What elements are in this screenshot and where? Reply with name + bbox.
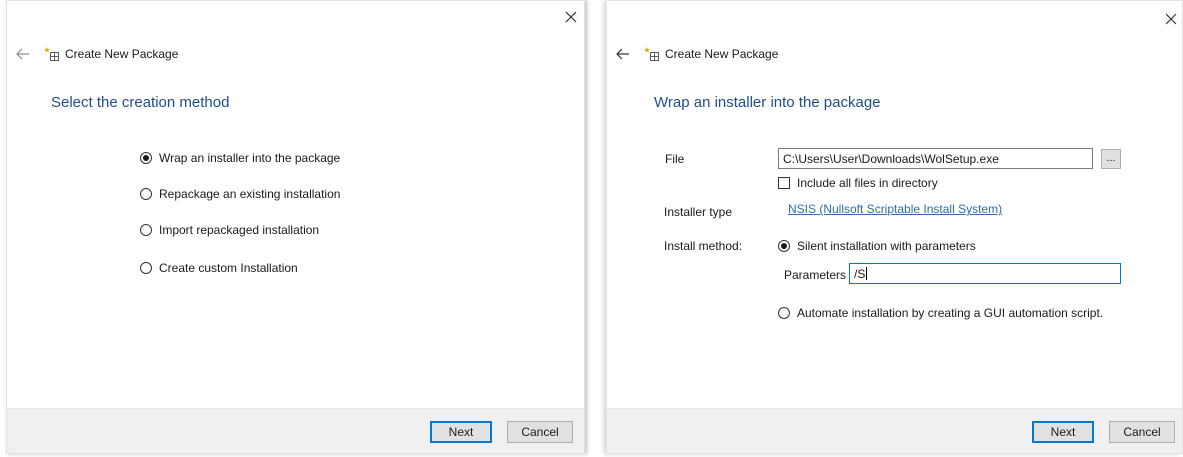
dialog-footer: Next Cancel (7, 408, 584, 453)
option-label: Import repackaged installation (159, 223, 320, 237)
create-package-dialog-method: Create New Package Select the creation m… (6, 0, 585, 454)
installer-type-link[interactable]: NSIS (Nullsoft Scriptable Install System… (788, 202, 1002, 216)
radio-selected[interactable] (778, 240, 790, 252)
file-label: File (665, 152, 685, 166)
header-title: Create New Package (665, 47, 779, 61)
back-arrow-icon[interactable] (615, 46, 631, 62)
silent-installation-option[interactable]: Silent installation with parameters (778, 239, 976, 253)
radio-unselected[interactable] (140, 262, 152, 274)
install-method-label: Install method: (664, 239, 743, 253)
automate-installation-option[interactable]: Automate installation by creating a GUI … (778, 306, 1103, 320)
option-repackage[interactable]: Repackage an existing installation (140, 187, 340, 201)
option-label: Create custom Installation (159, 261, 298, 275)
dialog-footer: Next Cancel (607, 408, 1182, 453)
parameters-value: /S (854, 266, 866, 281)
dialog-header: Create New Package (615, 45, 778, 63)
header-title: Create New Package (65, 47, 179, 61)
cancel-button[interactable]: Cancel (1109, 421, 1175, 443)
radio-selected[interactable] (140, 152, 152, 164)
option-custom[interactable]: Create custom Installation (140, 261, 298, 275)
next-button[interactable]: Next (430, 421, 492, 443)
radio-unselected[interactable] (140, 224, 152, 236)
installer-type-label: Installer type (664, 205, 733, 219)
include-all-files-checkbox[interactable]: Include all files in directory (778, 176, 938, 190)
package-icon (644, 47, 659, 61)
section-title: Select the creation method (51, 94, 230, 111)
close-icon[interactable] (1163, 11, 1179, 27)
radio-unselected[interactable] (140, 188, 152, 200)
option-label: Repackage an existing installation (159, 187, 341, 201)
create-package-dialog-wrap: Create New Package Wrap an installer int… (606, 0, 1183, 454)
next-button[interactable]: Next (1032, 421, 1094, 443)
parameters-label: Parameters (784, 268, 847, 282)
option-label: Silent installation with parameters (797, 239, 976, 253)
option-label: Automate installation by creating a GUI … (797, 306, 1104, 320)
radio-unselected[interactable] (778, 307, 790, 319)
checkbox-label: Include all files in directory (797, 176, 938, 190)
option-label: Wrap an installer into the package (159, 151, 341, 165)
checkbox-box[interactable] (778, 177, 790, 189)
back-arrow-icon[interactable] (15, 46, 31, 62)
parameters-input[interactable]: /S (849, 263, 1121, 284)
cancel-button[interactable]: Cancel (507, 421, 573, 443)
option-import[interactable]: Import repackaged installation (140, 223, 319, 237)
browse-button[interactable]: ... (1101, 149, 1121, 169)
package-icon (44, 47, 59, 61)
text-caret (866, 267, 868, 280)
dialog-header: Create New Package (15, 45, 178, 63)
section-title: Wrap an installer into the package (654, 94, 881, 111)
option-wrap-installer[interactable]: Wrap an installer into the package (140, 151, 340, 165)
close-icon[interactable] (563, 9, 579, 25)
file-path-input[interactable]: C:\Users\User\Downloads\WolSetup.exe (778, 148, 1093, 169)
